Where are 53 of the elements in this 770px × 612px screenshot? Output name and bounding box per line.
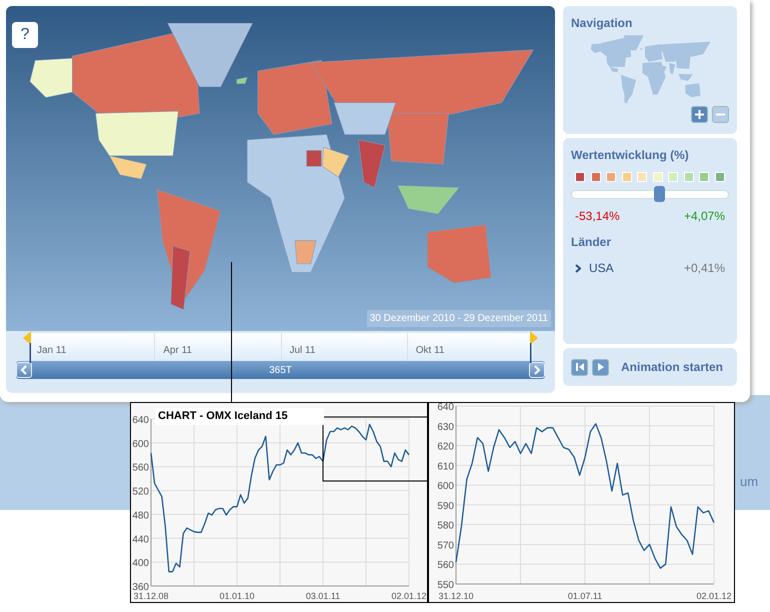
panel-title: Wertentwicklung (%): [571, 147, 690, 164]
scroll-right-button[interactable]: [528, 362, 545, 378]
min-value: -53,14%: [575, 208, 620, 225]
axis-label: 610: [437, 461, 454, 472]
range-handle-icon[interactable]: [22, 331, 32, 363]
chevron-right-icon: [532, 365, 541, 375]
axis-label: 560: [132, 462, 149, 474]
plus-icon: [695, 110, 704, 119]
axis-label: 440: [132, 534, 149, 546]
axis-label: 550: [437, 580, 454, 591]
axis-label: 480: [132, 510, 149, 522]
range-label: 365T: [269, 364, 292, 378]
axis-label: 580: [437, 520, 454, 532]
axis-label: 01.01.10: [219, 591, 255, 601]
help-button[interactable]: ?: [12, 22, 38, 48]
animation-label[interactable]: Animation starten: [621, 358, 724, 376]
chart-title: CHART - OMX Iceland 15: [155, 408, 324, 424]
axis-label: 600: [437, 481, 454, 492]
axis-label: 400: [132, 558, 149, 570]
axis-label: 31.12.08: [133, 591, 169, 601]
axis-label: 03.01.11: [306, 591, 340, 601]
axis-label: 01.07.11: [568, 591, 602, 601]
chevron-left-icon: [20, 365, 28, 375]
axis-label: 02.01.12: [391, 591, 427, 601]
skip-back-button[interactable]: [571, 358, 588, 376]
axis-label: 640: [132, 415, 149, 426]
max-value: +4,07%: [684, 208, 725, 225]
zoom-in-button[interactable]: [691, 106, 708, 123]
play-button[interactable]: [592, 358, 609, 376]
axis-label: 600: [132, 438, 149, 450]
zoom-out-button[interactable]: [712, 106, 729, 123]
axis-label: 590: [437, 500, 454, 512]
axis-label: 31.12.10: [438, 591, 474, 601]
play-icon: [596, 362, 606, 372]
panel-title: Navigation: [571, 15, 634, 32]
section-title: Länder: [571, 234, 612, 251]
slider-thumb[interactable]: [654, 186, 666, 202]
axis-label: 02.01.12: [696, 591, 732, 601]
date-range-label: 30 Dezember 2010 - 29 Dezember 2011: [366, 310, 551, 327]
skip-back-icon: [574, 362, 584, 372]
axis-label: 640: [437, 403, 454, 413]
country-change: +0,41%: [684, 260, 725, 277]
axis-label: 620: [437, 442, 454, 453]
country-name[interactable]: USA: [589, 259, 614, 277]
axis-label: 520: [132, 486, 149, 498]
axis-label: 560: [437, 560, 454, 572]
axis-label: 360: [132, 582, 149, 593]
axis-label: 570: [437, 540, 454, 552]
axis-label: 630: [437, 422, 454, 433]
range-handle-icon[interactable]: [529, 331, 539, 363]
background-text: um: [740, 473, 758, 491]
chevron-right-icon: [575, 264, 581, 272]
scroll-left-button[interactable]: [16, 362, 32, 378]
